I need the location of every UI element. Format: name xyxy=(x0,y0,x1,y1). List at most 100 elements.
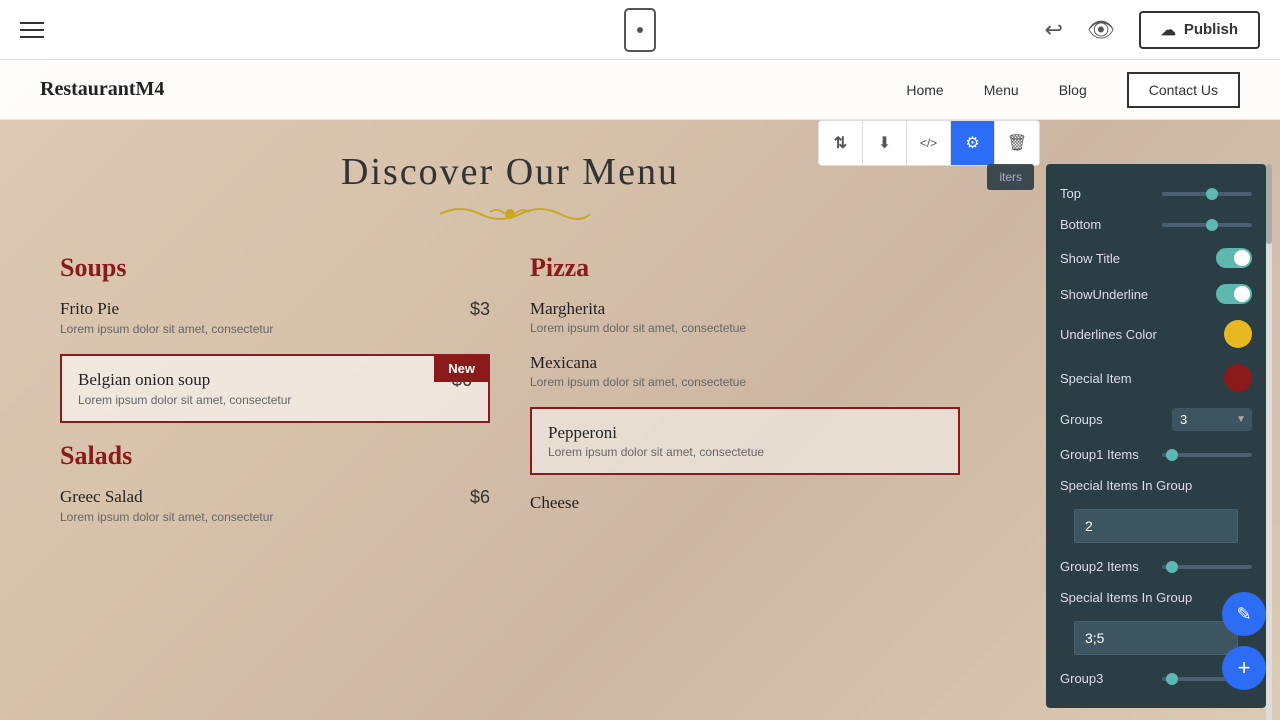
scrollbar[interactable] xyxy=(1266,164,1272,720)
settings-group3-label: Group3 xyxy=(1060,671,1162,686)
settings-row-underlines-color: Underlines Color xyxy=(1046,312,1266,356)
settings-row-special-items-group1: Special Items In Group xyxy=(1046,470,1266,501)
show-title-toggle[interactable] xyxy=(1216,248,1252,268)
floating-action-buttons: ✎ + xyxy=(1222,592,1266,690)
item-desc-pepperoni: Lorem ipsum dolor sit amet, consectetue xyxy=(548,445,942,459)
pencil-icon: ✎ xyxy=(1236,604,1251,625)
item-name-greec-salad: Greec Salad xyxy=(60,487,143,507)
settings-special-item-label: Special Item xyxy=(1060,371,1224,386)
publish-cloud-icon: ☁ xyxy=(1161,21,1176,39)
code-toolbar-button[interactable]: </> xyxy=(907,121,951,165)
add-fab-button[interactable]: + xyxy=(1222,646,1266,690)
underlines-color-picker[interactable] xyxy=(1224,320,1252,348)
settings-show-underline-label: ShowUnderline xyxy=(1060,287,1216,302)
item-desc-greec-salad: Lorem ipsum dolor sit amet, consectetur xyxy=(60,510,490,524)
download-toolbar-button[interactable]: ⬇ xyxy=(863,121,907,165)
special-item-belgian-onion: New Belgian onion soup $6 Lorem ipsum do… xyxy=(60,354,490,423)
groups-dropdown[interactable]: 1 2 3 4 5 xyxy=(1172,408,1252,431)
gear-icon: ⚙ xyxy=(965,133,979,153)
settings-row-special-item: Special Item xyxy=(1046,356,1266,400)
settings-row-top: Top xyxy=(1046,178,1266,209)
menu-left-column: Soups Frito Pie $3 Lorem ipsum dolor sit… xyxy=(60,253,490,542)
settings-row-show-underline: ShowUnderline xyxy=(1046,276,1266,312)
code-icon: </> xyxy=(920,136,937,150)
menu-swirl-decoration xyxy=(430,200,590,228)
element-toolbar: ⇅ ⬇ </> ⚙ 🗑 xyxy=(818,120,1040,166)
move-arrows-icon: ⇅ xyxy=(834,133,847,153)
item-name-pepperoni: Pepperoni xyxy=(548,423,942,443)
settings-underlines-color-label: Underlines Color xyxy=(1060,327,1224,342)
nav-blog[interactable]: Blog xyxy=(1059,82,1087,98)
category-soups: Soups xyxy=(60,253,490,283)
item-desc-belgian-onion: Lorem ipsum dolor sit amet, consectetur xyxy=(78,393,472,407)
publish-label: Publish xyxy=(1184,21,1238,38)
group1-items-slider[interactable] xyxy=(1162,453,1252,457)
settings-show-title-label: Show Title xyxy=(1060,251,1216,266)
show-underline-toggle[interactable] xyxy=(1216,284,1252,304)
scroll-thumb[interactable] xyxy=(1266,164,1272,244)
site-wrapper: RestaurantM4 Home Menu Blog Contact Us D… xyxy=(0,60,1280,720)
item-desc-frito-pie: Lorem ipsum dolor sit amet, consectetur xyxy=(60,322,490,336)
top-navigation: ↩ 👁 ☁ Publish xyxy=(0,0,1280,60)
settings-bottom-label: Bottom xyxy=(1060,217,1162,232)
special-items-group1-input-wrapper xyxy=(1046,501,1266,551)
parameters-button[interactable]: iters xyxy=(987,164,1034,190)
menu-item-greec-salad: Greec Salad $6 Lorem ipsum dolor sit ame… xyxy=(60,487,490,524)
contact-us-button[interactable]: Contact Us xyxy=(1127,72,1240,108)
plus-icon: + xyxy=(1238,655,1251,681)
site-navbar: RestaurantM4 Home Menu Blog Contact Us xyxy=(0,60,1280,120)
settings-top-label: Top xyxy=(1060,186,1162,201)
groups-dropdown-wrapper: 1 2 3 4 5 ▼ xyxy=(1172,408,1252,431)
edit-fab-button[interactable]: ✎ xyxy=(1222,592,1266,636)
site-nav-links: Home Menu Blog Contact Us xyxy=(906,72,1240,108)
item-price-greec-salad: $6 xyxy=(470,487,490,508)
settings-groups-label: Groups xyxy=(1060,412,1172,427)
item-desc-margherita: Lorem ipsum dolor sit amet, consectetue xyxy=(530,321,960,335)
special-item-color-picker[interactable] xyxy=(1224,364,1252,392)
settings-special-items-group1-label: Special Items In Group xyxy=(1060,478,1252,493)
settings-group2-items-label: Group2 Items xyxy=(1060,559,1162,574)
item-price-frito-pie: $3 xyxy=(470,299,490,320)
menu-section: Discover Our Menu Soups Frito Pie $3 xyxy=(0,120,1020,720)
settings-row-groups: Groups 1 2 3 4 5 ▼ xyxy=(1046,400,1266,439)
preview-eye-icon[interactable]: 👁 xyxy=(1087,17,1115,43)
menu-item-margherita: Margherita Lorem ipsum dolor sit amet, c… xyxy=(530,299,960,335)
menu-right-column: Pizza Margherita Lorem ipsum dolor sit a… xyxy=(530,253,960,542)
settings-group1-items-label: Group1 Items xyxy=(1060,447,1162,462)
item-name-margherita: Margherita xyxy=(530,299,960,319)
nav-menu[interactable]: Menu xyxy=(984,82,1019,98)
delete-toolbar-button[interactable]: 🗑 xyxy=(995,121,1039,165)
settings-bottom-slider[interactable] xyxy=(1162,223,1252,227)
menu-decoration xyxy=(60,200,960,233)
trash-icon: 🗑 xyxy=(1007,133,1027,153)
category-salads: Salads xyxy=(60,441,490,471)
menu-item-cheese: Cheese xyxy=(530,493,960,513)
category-pizza: Pizza xyxy=(530,253,960,283)
download-icon: ⬇ xyxy=(878,133,891,153)
parameters-button-area: iters xyxy=(987,164,1034,190)
settings-row-show-title: Show Title xyxy=(1046,240,1266,276)
hamburger-menu-icon[interactable] xyxy=(20,22,44,38)
settings-row-group2-items: Group2 Items xyxy=(1046,551,1266,582)
item-name-belgian-onion: Belgian onion soup xyxy=(78,370,210,390)
settings-top-slider[interactable] xyxy=(1162,192,1252,196)
site-logo: RestaurantM4 xyxy=(40,78,164,101)
menu-item-frito-pie: Frito Pie $3 Lorem ipsum dolor sit amet,… xyxy=(60,299,490,336)
item-name-cheese: Cheese xyxy=(530,493,960,513)
settings-row-bottom: Bottom xyxy=(1046,209,1266,240)
nav-home[interactable]: Home xyxy=(906,82,943,98)
special-items-group1-input[interactable] xyxy=(1074,509,1238,543)
settings-toolbar-button[interactable]: ⚙ xyxy=(951,121,995,165)
item-name-mexicana: Mexicana xyxy=(530,353,960,373)
menu-item-mexicana: Mexicana Lorem ipsum dolor sit amet, con… xyxy=(530,353,960,389)
group2-items-slider[interactable] xyxy=(1162,565,1252,569)
special-items-group2-input[interactable] xyxy=(1074,621,1238,655)
new-badge: New xyxy=(434,355,489,382)
undo-icon[interactable]: ↩ xyxy=(1044,17,1062,43)
item-desc-mexicana: Lorem ipsum dolor sit amet, consectetue xyxy=(530,375,960,389)
mobile-preview-icon[interactable] xyxy=(624,8,656,52)
item-name-frito-pie: Frito Pie xyxy=(60,299,119,319)
settings-row-group1-items: Group1 Items xyxy=(1046,439,1266,470)
move-toolbar-button[interactable]: ⇅ xyxy=(819,121,863,165)
publish-button[interactable]: ☁ Publish xyxy=(1139,11,1260,49)
